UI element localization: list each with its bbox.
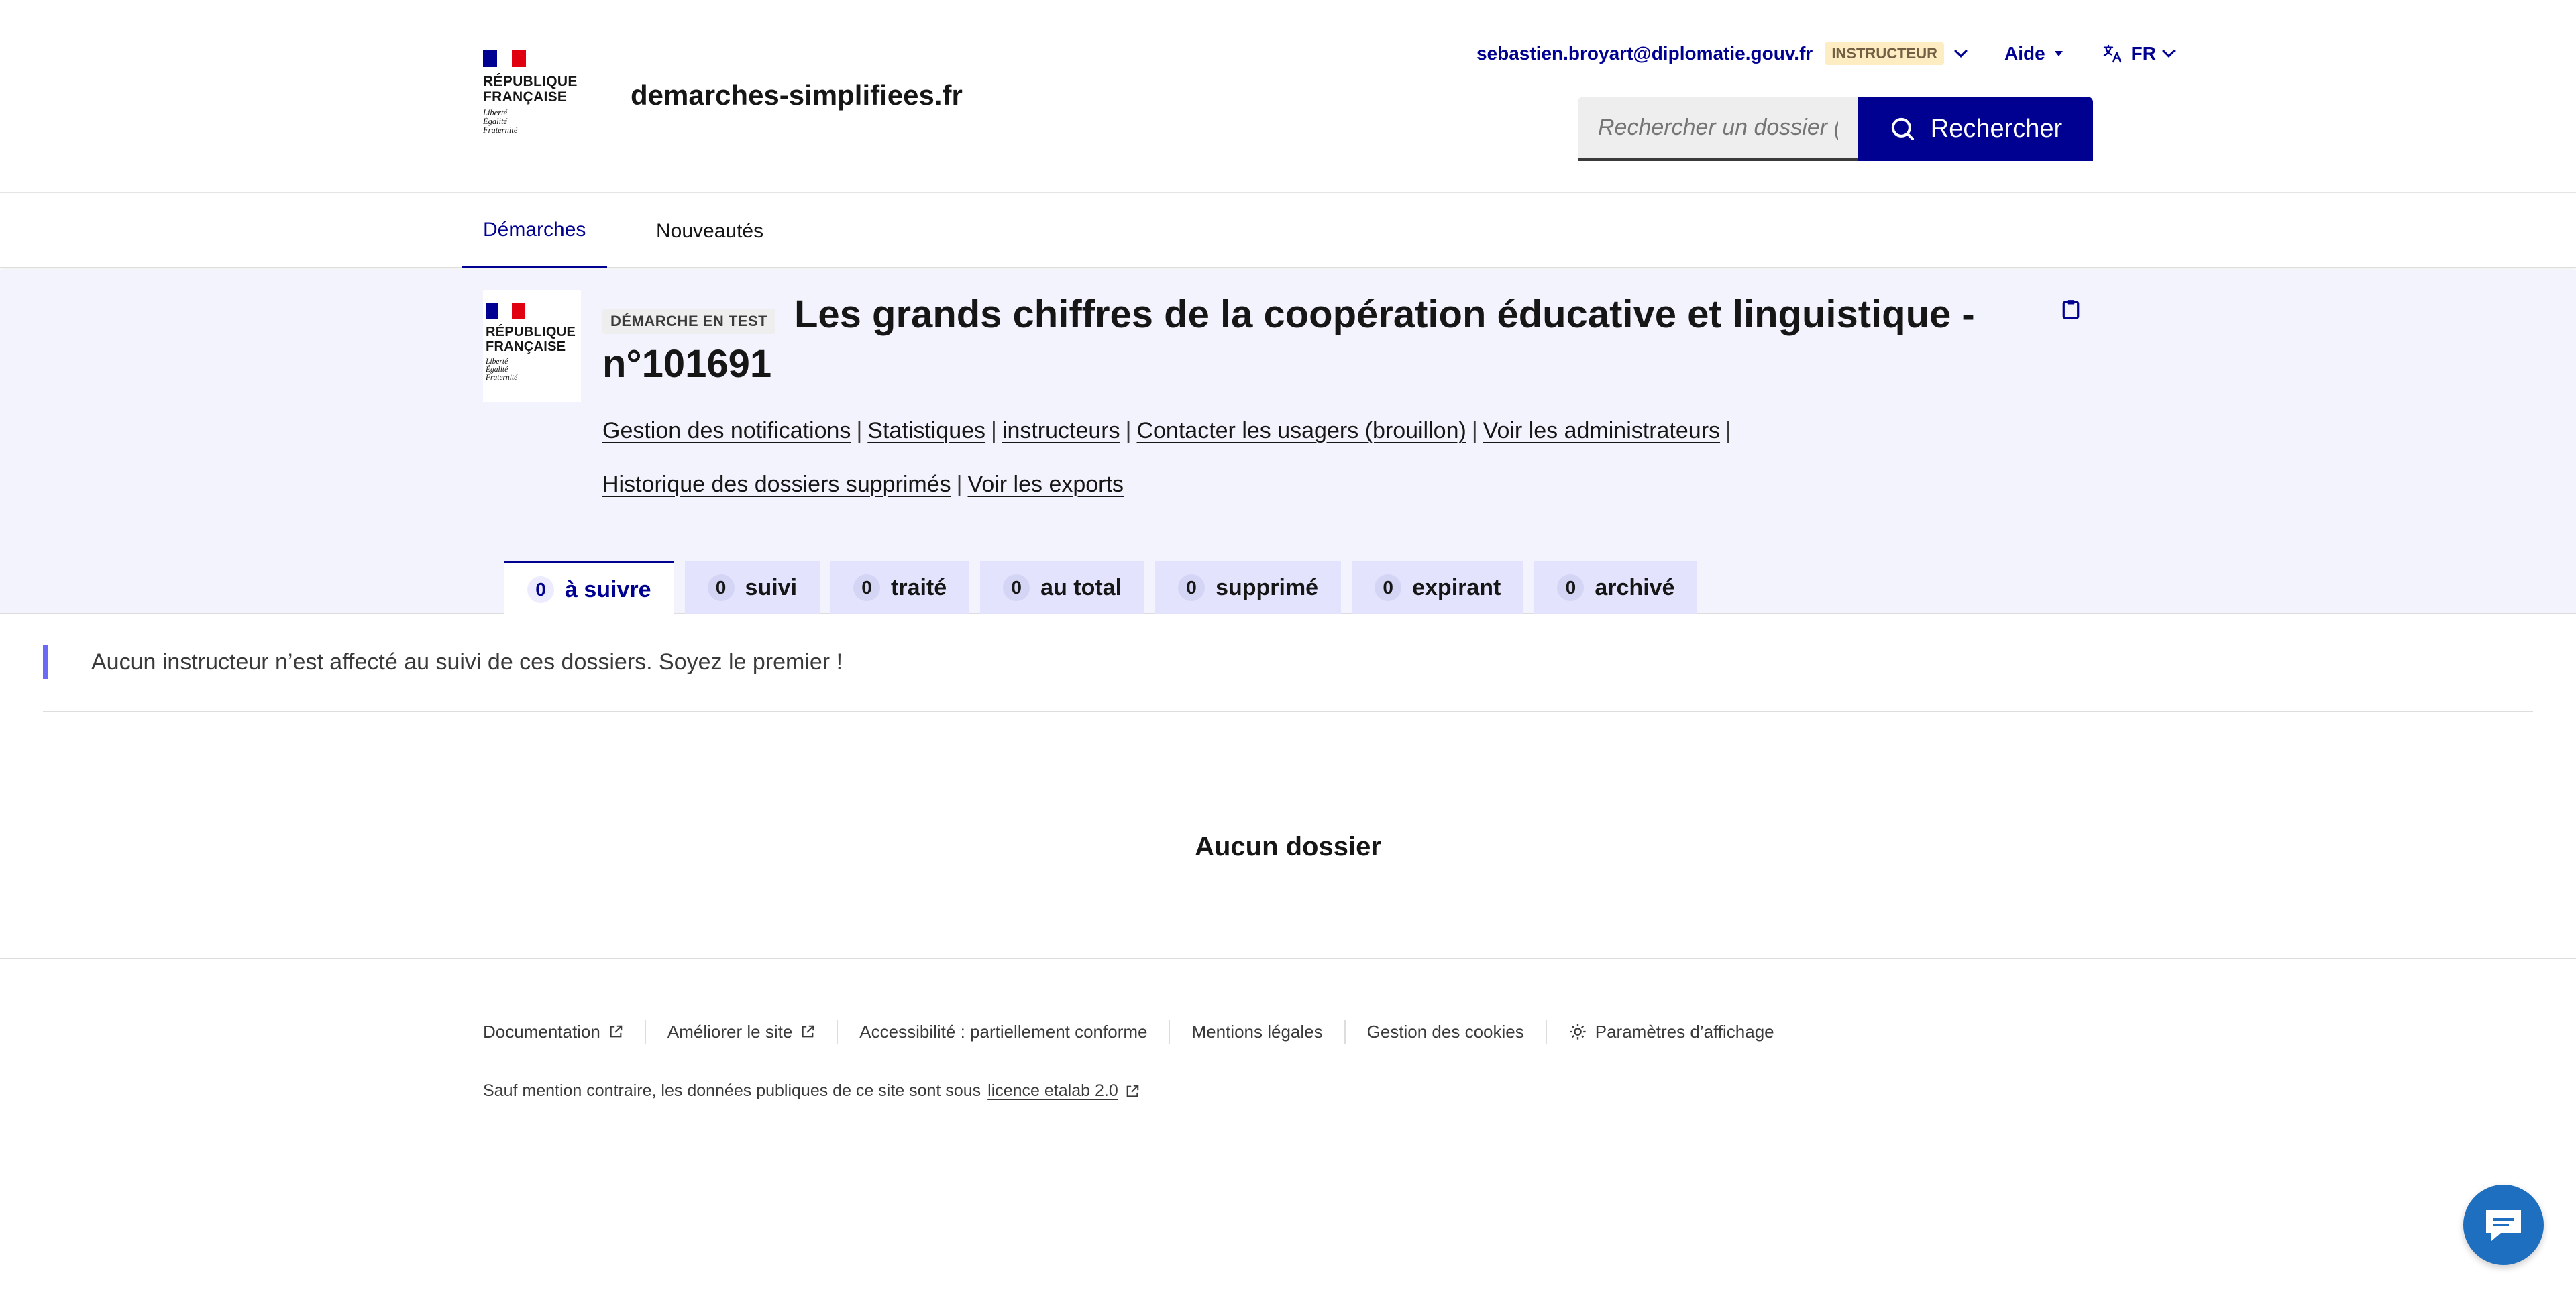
external-link-icon bbox=[1126, 1085, 1138, 1097]
tab-count: 0 bbox=[1557, 574, 1585, 601]
external-link-icon bbox=[610, 1025, 623, 1038]
empty-state-message: Aucun dossier bbox=[1195, 832, 1381, 861]
caret-down-icon bbox=[2054, 51, 2063, 56]
chevron-down-icon[interactable] bbox=[1954, 44, 1968, 58]
logo-republique-text: RÉPUBLIQUE FRANÇAISE bbox=[486, 325, 576, 354]
search-bar: Rechercher bbox=[1578, 97, 2093, 161]
language-selector[interactable]: FR bbox=[2102, 43, 2176, 64]
link-instructeurs[interactable]: instructeurs bbox=[1002, 418, 1120, 443]
role-badge[interactable]: INSTRUCTEUR bbox=[1825, 42, 1944, 65]
link-contacter-usagers[interactable]: Contacter les usagers (brouillon) bbox=[1136, 418, 1466, 443]
tab-count: 0 bbox=[707, 574, 735, 601]
chevron-down-icon bbox=[2162, 44, 2176, 58]
logo-motto-text: Liberté Égalité Fraternité bbox=[486, 358, 518, 382]
tab-suivi[interactable]: 0 suivi bbox=[684, 561, 820, 614]
notice-text: Aucun instructeur n’est affecté au suivi… bbox=[91, 649, 843, 675]
footer-link-label: Améliorer le site bbox=[667, 1021, 793, 1042]
link-voir-administrateurs[interactable]: Voir les administrateurs bbox=[1483, 418, 1720, 443]
licence-text: Sauf mention contraire, les données publ… bbox=[483, 1081, 981, 1100]
tab-count: 0 bbox=[853, 574, 881, 601]
footer-divider bbox=[0, 958, 2576, 959]
footer-link-mentions-legales[interactable]: Mentions légales bbox=[1169, 1020, 1344, 1044]
procedure-logo: RÉPUBLIQUE FRANÇAISE Liberté Égalité Fra… bbox=[483, 290, 581, 402]
help-menu-button[interactable]: Aide bbox=[2004, 43, 2063, 64]
footer-licence: Sauf mention contraire, les données publ… bbox=[483, 1081, 1140, 1101]
footer-link-label: Paramètres d’affichage bbox=[1595, 1021, 1774, 1042]
search-icon bbox=[1891, 117, 1914, 140]
link-gestion-notifications[interactable]: Gestion des notifications bbox=[602, 418, 851, 443]
procedure-header: RÉPUBLIQUE FRANÇAISE Liberté Égalité Fra… bbox=[0, 270, 2576, 616]
tab-a-suivre[interactable]: 0 à suivre bbox=[504, 561, 674, 616]
translate-icon bbox=[2103, 44, 2121, 63]
french-flag-icon bbox=[483, 50, 526, 67]
nav-item-nouveautes[interactable]: Nouveautés bbox=[656, 195, 763, 268]
footer-link-parametres-affichage[interactable]: Paramètres d’affichage bbox=[1545, 1020, 1796, 1044]
french-flag-icon bbox=[486, 303, 525, 319]
link-statistiques[interactable]: Statistiques bbox=[867, 418, 985, 443]
link-voir-exports[interactable]: Voir les exports bbox=[968, 472, 1124, 497]
tab-label: suivi bbox=[745, 574, 798, 600]
footer-link-cookies[interactable]: Gestion des cookies bbox=[1344, 1020, 1546, 1044]
tab-label: archivé bbox=[1595, 574, 1675, 600]
tab-supprime[interactable]: 0 supprimé bbox=[1155, 561, 1342, 614]
tab-count: 0 bbox=[1178, 574, 1205, 601]
language-label: FR bbox=[2131, 43, 2156, 64]
clipboard-icon[interactable] bbox=[2062, 299, 2080, 319]
search-input[interactable] bbox=[1578, 97, 1858, 161]
dossier-tabs: 0 à suivre 0 suivi 0 traité 0 au total 0… bbox=[504, 561, 1698, 616]
footer-link-label: Documentation bbox=[483, 1021, 600, 1042]
logo-motto-text: Liberté Égalité Fraternité bbox=[483, 108, 518, 135]
procedure-title: Les grands chiffres de la coopération éd… bbox=[602, 292, 1975, 386]
help-menu-label: Aide bbox=[2004, 43, 2045, 64]
tab-count: 0 bbox=[1003, 574, 1030, 601]
site-header: RÉPUBLIQUE FRANÇAISE Liberté Égalité Fra… bbox=[0, 0, 2576, 193]
licence-link[interactable]: licence etalab 2.0 bbox=[987, 1081, 1118, 1101]
header-tools: sebastien.broyart@diplomatie.gouv.fr INS… bbox=[1477, 40, 2176, 67]
procedure-actions: Gestion des notifications | Statistiques | i… bbox=[602, 418, 1731, 497]
search-button-label: Rechercher bbox=[1930, 114, 2063, 143]
link-historique-supprimes[interactable]: Historique des dossiers supprimés bbox=[602, 472, 951, 497]
sun-icon bbox=[1570, 1024, 1586, 1040]
tab-label: expirant bbox=[1412, 574, 1501, 600]
tab-label: supprimé bbox=[1216, 574, 1319, 600]
main-navigation: Démarches Nouveautés bbox=[0, 195, 2576, 268]
footer-links: Documentation Améliorer le site Accessib… bbox=[483, 1020, 1796, 1044]
chat-button[interactable] bbox=[2463, 1185, 2544, 1265]
logo-republique-text: RÉPUBLIQUE FRANÇAISE bbox=[483, 74, 578, 105]
footer-link-ameliorer[interactable]: Améliorer le site bbox=[644, 1020, 837, 1044]
divider bbox=[43, 711, 2533, 712]
tab-traite[interactable]: 0 traité bbox=[830, 561, 970, 614]
user-email[interactable]: sebastien.broyart@diplomatie.gouv.fr bbox=[1477, 43, 1813, 64]
chat-bubble-icon bbox=[2486, 1210, 2521, 1241]
site-name-link[interactable]: demarches-simplifiees.fr bbox=[631, 79, 963, 111]
tab-expirant[interactable]: 0 expirant bbox=[1352, 561, 1524, 614]
search-button[interactable]: Rechercher bbox=[1858, 97, 2093, 161]
tab-label: au total bbox=[1040, 574, 1122, 600]
footer-link-documentation[interactable]: Documentation bbox=[483, 1020, 645, 1044]
footer-link-accessibilite[interactable]: Accessibilité : partiellement conforme bbox=[837, 1020, 1169, 1044]
republique-francaise-logo[interactable]: RÉPUBLIQUE FRANÇAISE Liberté Égalité Fra… bbox=[483, 50, 590, 135]
external-link-icon bbox=[802, 1025, 814, 1038]
nav-item-demarches[interactable]: Démarches bbox=[462, 195, 608, 268]
tab-label: traité bbox=[891, 574, 947, 600]
test-procedure-badge: DÉMARCHE EN TEST bbox=[602, 309, 776, 334]
tab-label: à suivre bbox=[565, 576, 651, 602]
tab-count: 0 bbox=[1375, 574, 1402, 601]
tab-au-total[interactable]: 0 au total bbox=[980, 561, 1145, 614]
tab-count: 0 bbox=[527, 576, 554, 603]
no-instructor-notice: Aucun instructeur n’est affecté au suivi… bbox=[43, 645, 843, 679]
tab-archive[interactable]: 0 archivé bbox=[1534, 561, 1698, 614]
